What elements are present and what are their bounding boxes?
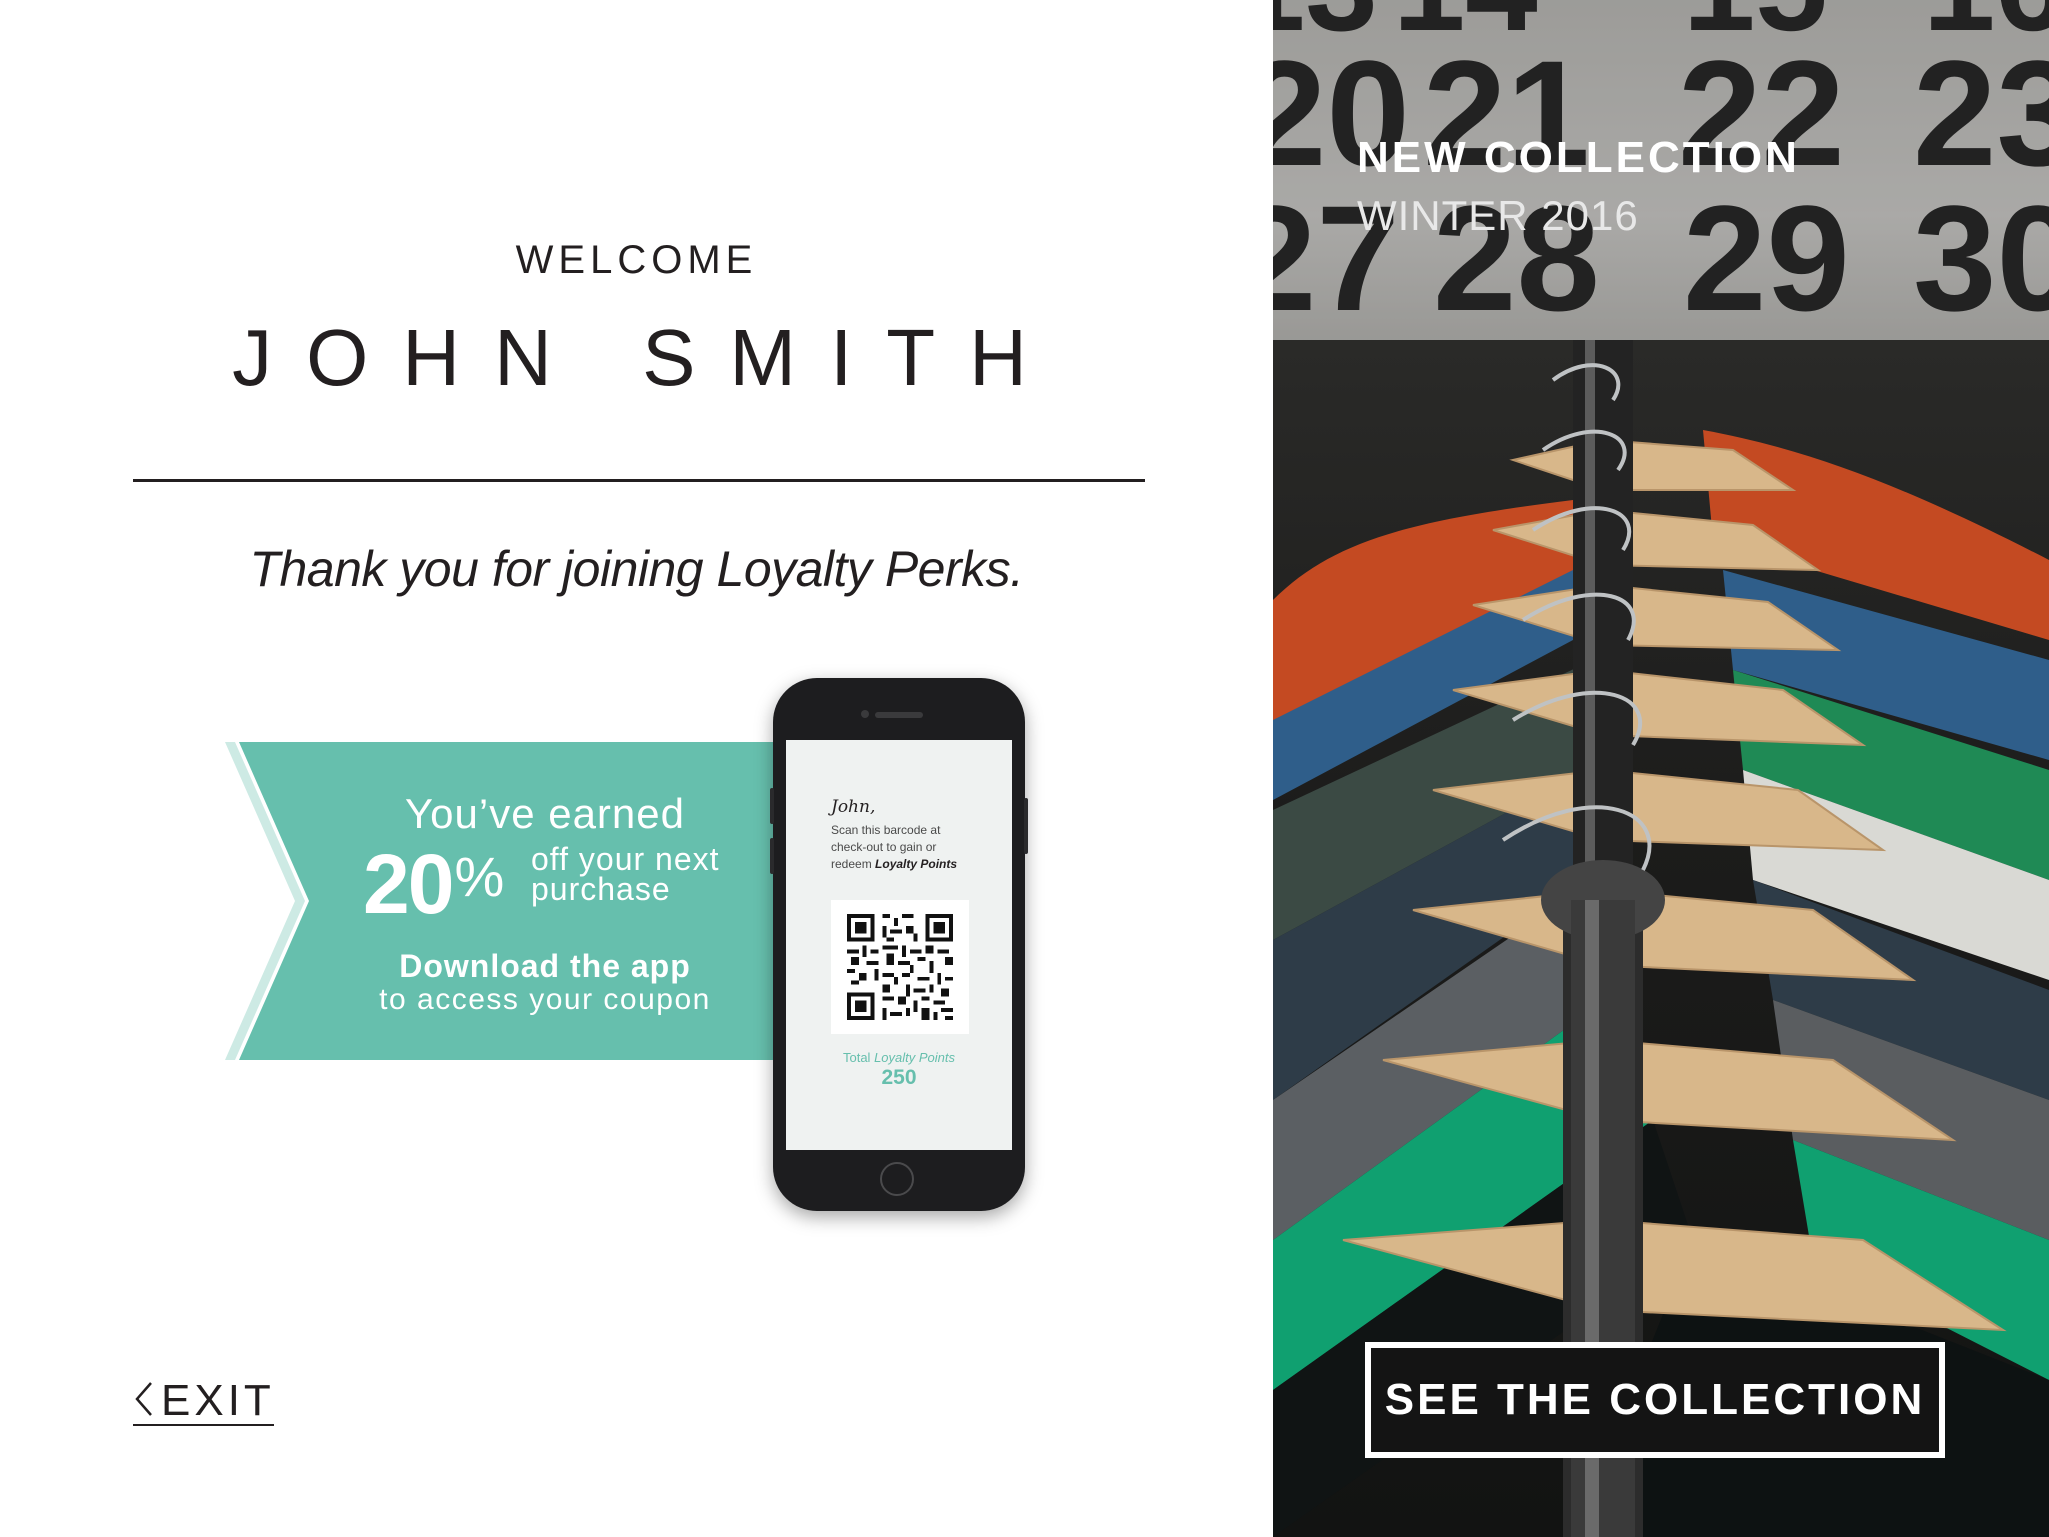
discount-line-2: purchase bbox=[531, 871, 671, 907]
phone-instruction-line: Scan this barcode at bbox=[831, 823, 941, 837]
promo-text: You’ve earned 20% off your next purchase… bbox=[345, 790, 745, 1017]
total-points-label: Total Loyalty Points bbox=[786, 1050, 1012, 1065]
percent-sign: % bbox=[454, 845, 504, 908]
qr-code bbox=[831, 900, 969, 1034]
divider bbox=[133, 479, 1145, 482]
total-prefix: Total bbox=[842, 1050, 875, 1065]
exit-button[interactable]: EXIT bbox=[133, 1376, 275, 1426]
discount-description: off your next purchase bbox=[531, 843, 720, 907]
see-collection-button[interactable]: SEE THE COLLECTION bbox=[1365, 1342, 1945, 1458]
member-name: JOHN SMITH bbox=[232, 313, 1061, 402]
phone-instruction-bold: Loyalty Points bbox=[875, 857, 958, 871]
phone-camera bbox=[861, 710, 869, 718]
collection-title: NEW COLLECTION bbox=[1357, 133, 1800, 182]
phone-speaker bbox=[875, 712, 923, 718]
phone-instructions: Scan this barcode at check-out to gain o… bbox=[831, 822, 981, 873]
welcome-panel: WELCOME JOHN SMITH Thank you for joining… bbox=[0, 0, 1273, 1537]
discount-value: 20 bbox=[363, 837, 454, 931]
discount-percent: 20% bbox=[363, 836, 504, 933]
phone-instruction-line: redeem bbox=[831, 857, 876, 871]
chevron-left-icon bbox=[135, 1382, 152, 1417]
qr-code-icon bbox=[847, 914, 953, 1020]
total-points-value: 250 bbox=[881, 1066, 917, 1089]
discount-row: 20% off your next purchase bbox=[345, 837, 745, 931]
phone-side-button bbox=[770, 838, 774, 874]
phone-home-button bbox=[880, 1162, 914, 1196]
thank-you-message: Thank you for joining Loyalty Perks. bbox=[249, 541, 1024, 597]
phone-side-button bbox=[770, 788, 774, 824]
welcome-label: WELCOME bbox=[515, 238, 758, 282]
phone-greeting: John, bbox=[831, 797, 876, 817]
total-label: Loyalty Points bbox=[874, 1050, 955, 1065]
collection-subtitle: WINTER 2016 bbox=[1357, 192, 1639, 239]
access-coupon-label: to access your coupon bbox=[379, 983, 711, 1016]
download-app-label: Download the app bbox=[399, 948, 691, 984]
earned-label: You’ve earned bbox=[404, 790, 685, 837]
collection-panel: 13 14 15 16 20 21 22 23 27 28 29 30 bbox=[1273, 0, 2049, 1537]
phone-screen: John, Scan this barcode at check-out to … bbox=[786, 740, 1012, 1150]
exit-label: EXIT bbox=[161, 1376, 275, 1425]
phone-side-button bbox=[1024, 798, 1028, 854]
phone-instruction-line: check-out to gain or bbox=[831, 840, 937, 854]
phone-mockup: John, Scan this barcode at check-out to … bbox=[770, 678, 1028, 1211]
exit-underline bbox=[133, 1424, 274, 1426]
